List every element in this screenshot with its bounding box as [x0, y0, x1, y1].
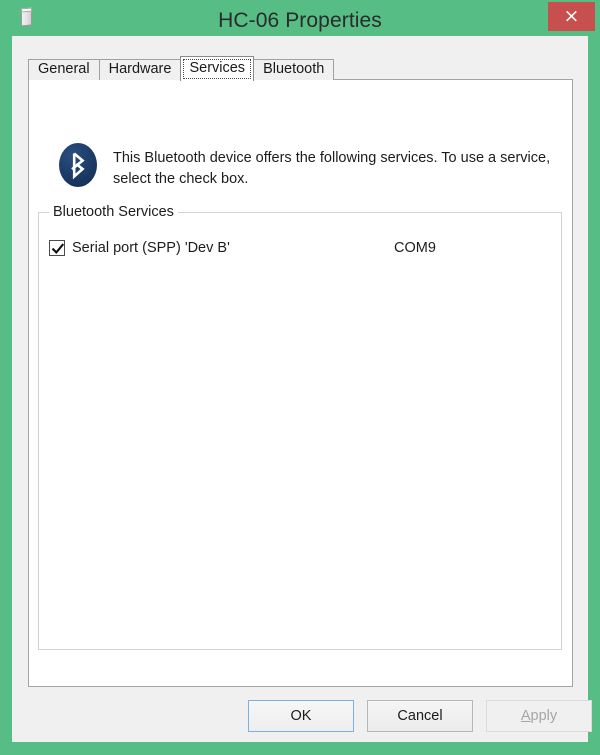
apply-label-rest: pply — [530, 708, 558, 724]
close-button[interactable]: × — [548, 2, 595, 31]
tab-services-label: Services — [189, 60, 246, 76]
checkmark-icon — [51, 243, 65, 254]
tab-bluetooth-label: Bluetooth — [263, 61, 325, 77]
tab-general[interactable]: General — [28, 59, 100, 80]
tab-services[interactable]: Services — [180, 56, 255, 81]
bluetooth-services-groupbox: Bluetooth Services Serial port (SPP) 'De… — [38, 203, 562, 650]
cancel-button[interactable]: Cancel — [367, 700, 473, 732]
bluetooth-icon — [59, 143, 97, 187]
tower-top — [21, 7, 32, 13]
tab-general-label: General — [38, 61, 90, 77]
services-description: This Bluetooth device offers the followi… — [113, 150, 551, 187]
ok-button[interactable]: OK — [248, 700, 354, 732]
tab-hardware-label: Hardware — [108, 61, 172, 77]
apply-button: Apply — [486, 700, 592, 732]
tab-hardware[interactable]: Hardware — [98, 59, 182, 80]
service-list-item[interactable]: Serial port (SPP) 'Dev B' COM9 — [49, 238, 549, 260]
service-checkbox[interactable] — [49, 240, 65, 256]
tab-strip: General Hardware Services Bluetooth — [28, 56, 335, 81]
bluetooth-services-label: Bluetooth Services — [49, 203, 178, 221]
service-name: Serial port (SPP) 'Dev B' — [72, 240, 230, 256]
bluetooth-rune — [71, 152, 85, 180]
close-icon: × — [563, 5, 580, 27]
tab-bluetooth[interactable]: Bluetooth — [253, 59, 335, 80]
properties-dialog-window: HC-06 Properties × General Hardware Serv… — [0, 0, 600, 755]
services-tab-page: This Bluetooth device offers the followi… — [28, 79, 573, 687]
apply-accelerator: A — [520, 708, 531, 724]
device-tower-icon — [19, 7, 35, 27]
dialog-client-area: General Hardware Services Bluetooth This… — [12, 36, 592, 742]
window-title: HC-06 Properties — [218, 9, 382, 32]
dialog-button-bar: OK Cancel Apply — [12, 700, 592, 742]
service-port: COM9 — [394, 240, 436, 256]
